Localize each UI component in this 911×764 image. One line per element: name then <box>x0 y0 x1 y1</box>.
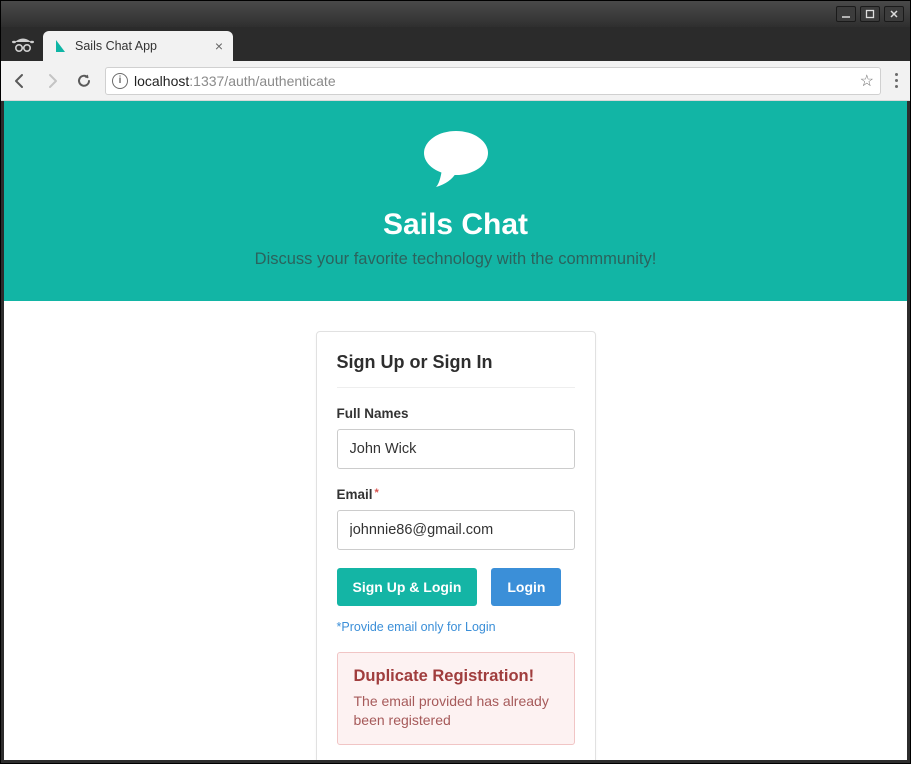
email-input[interactable] <box>337 510 575 550</box>
auth-card: Sign Up or Sign In Full Names Email* Sig… <box>316 331 596 763</box>
hero-title: Sails Chat <box>14 208 897 242</box>
window-titlebar <box>1 1 910 27</box>
url-path: :1337/auth/authenticate <box>189 73 335 89</box>
tab-title: Sails Chat App <box>75 39 157 53</box>
window-close-button[interactable] <box>884 6 904 22</box>
card-heading: Sign Up or Sign In <box>337 352 575 388</box>
site-info-icon[interactable]: i <box>112 73 128 89</box>
login-hint: *Provide email only for Login <box>337 620 575 634</box>
chat-bubble-icon <box>14 125 897 200</box>
url-host: localhost <box>134 73 189 89</box>
signup-login-button[interactable]: Sign Up & Login <box>337 568 478 606</box>
error-alert: Duplicate Registration! The email provid… <box>337 652 575 745</box>
tab-strip: Sails Chat App × <box>1 27 910 61</box>
reload-button[interactable] <box>73 70 95 92</box>
alert-title: Duplicate Registration! <box>354 667 558 686</box>
sails-favicon <box>53 39 67 53</box>
browser-window: Sails Chat App × i localhost:1337/auth/a… <box>0 0 911 764</box>
button-row: Sign Up & Login Login <box>337 568 575 606</box>
window-maximize-button[interactable] <box>860 6 880 22</box>
alert-message: The email provided has already been regi… <box>354 692 558 730</box>
forward-button[interactable] <box>41 70 63 92</box>
address-bar[interactable]: i localhost:1337/auth/authenticate ☆ <box>105 67 881 95</box>
email-label: Email* <box>337 487 575 502</box>
back-button[interactable] <box>9 70 31 92</box>
required-mark: * <box>375 487 379 499</box>
hero-subtitle: Discuss your favorite technology with th… <box>14 250 897 269</box>
hero-banner: Sails Chat Discuss your favorite technol… <box>4 101 907 301</box>
fullname-input[interactable] <box>337 429 575 469</box>
tab-close-button[interactable]: × <box>215 38 223 54</box>
fullname-field: Full Names <box>337 406 575 469</box>
incognito-icon <box>9 31 37 59</box>
fullname-label: Full Names <box>337 406 575 421</box>
browser-tab[interactable]: Sails Chat App × <box>43 31 233 61</box>
login-button[interactable]: Login <box>491 568 561 606</box>
browser-menu-button[interactable] <box>891 73 902 88</box>
window-minimize-button[interactable] <box>836 6 856 22</box>
bookmark-star-icon[interactable]: ☆ <box>860 71 874 91</box>
email-field: Email* <box>337 487 575 550</box>
url-text: localhost:1337/auth/authenticate <box>134 73 854 89</box>
page-viewport: Sails Chat Discuss your favorite technol… <box>1 101 910 763</box>
browser-toolbar: i localhost:1337/auth/authenticate ☆ <box>1 61 910 101</box>
